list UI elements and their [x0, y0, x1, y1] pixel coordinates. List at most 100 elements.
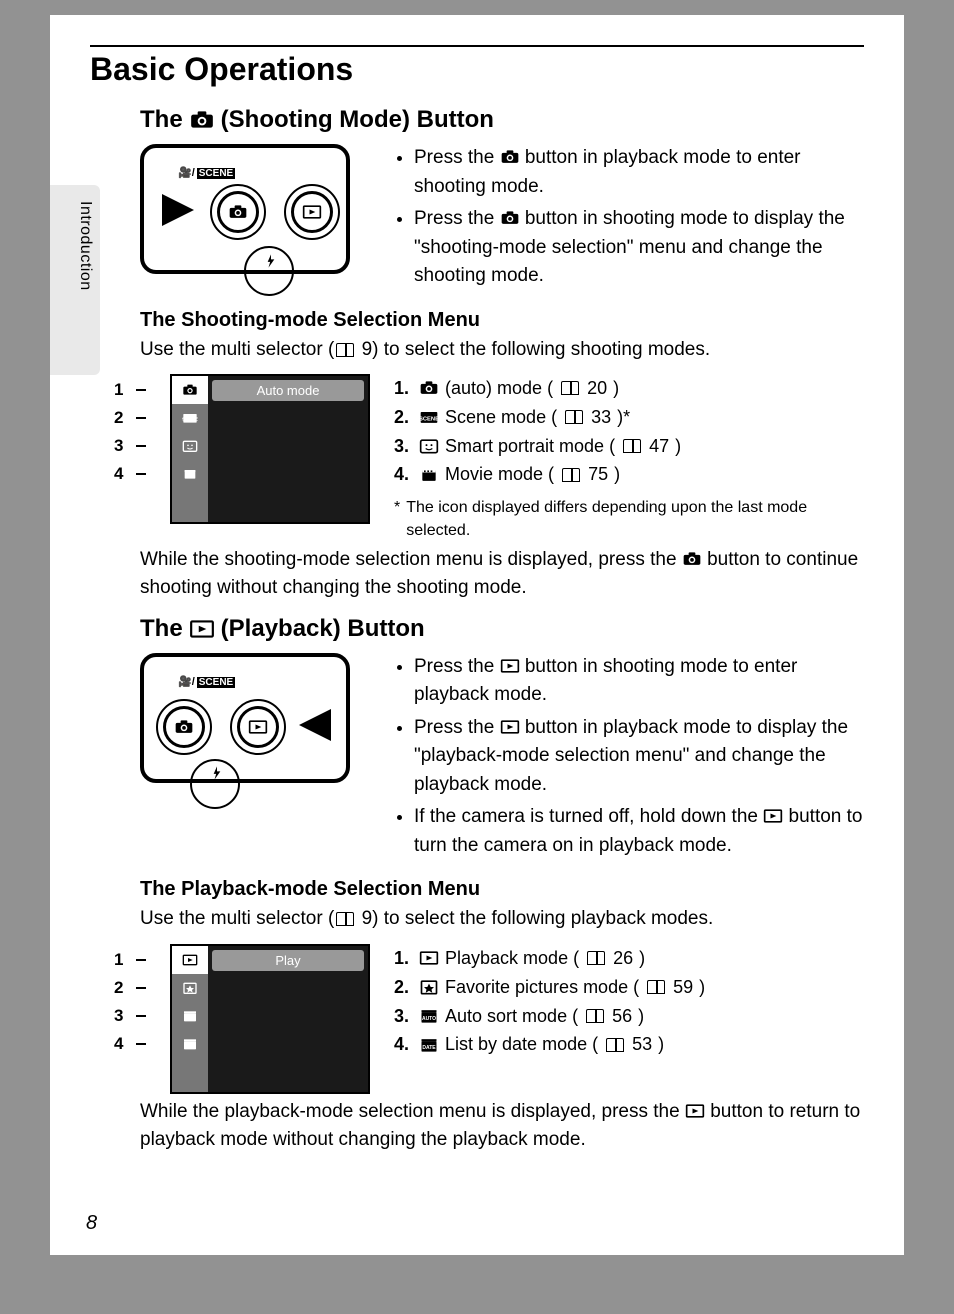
play-icon: [685, 1102, 705, 1120]
section-tab-label: Introduction: [76, 201, 94, 291]
shoot-menu-heading: The Shooting-mode Selection Menu: [140, 309, 864, 332]
bullet-item: Press the button in shooting mode to dis…: [414, 205, 864, 291]
h2-pre: The: [140, 106, 183, 134]
page-ref-icon: [647, 980, 665, 994]
smile-icon: [419, 437, 439, 455]
menu-header: Auto mode: [212, 380, 364, 401]
mode-item: 1. Playback mode ( 26): [394, 944, 864, 973]
arrow-left-icon: [299, 709, 331, 741]
bullet-item: If the camera is turned off, hold down t…: [414, 803, 864, 860]
camera-icon: [228, 203, 248, 221]
play-icon: [302, 203, 322, 221]
mode-dial-label: 🎥/SCENE: [178, 675, 235, 688]
shoot-menu-row: 1 2 3 4 Auto mode: [140, 374, 864, 542]
h2-pre: The: [140, 615, 183, 643]
shooting-bullets: Press the button in playback mode to ent…: [394, 144, 864, 295]
page-ref-icon: [562, 468, 580, 482]
menu-header: Play: [212, 950, 364, 971]
callout-num: 3: [114, 436, 123, 456]
page-ref-icon: [565, 410, 583, 424]
play-button-ring: [230, 699, 286, 755]
page-ref-icon: [561, 381, 579, 395]
page-ref-icon: [587, 951, 605, 965]
title-block: Basic Operations: [90, 45, 864, 88]
shoot-outro: While the shooting-mode selection menu i…: [140, 546, 864, 603]
mode-item: 4. Movie mode ( 75): [394, 460, 864, 489]
shoot-button-ring: [210, 184, 266, 240]
bullet-item: Press the button in playback mode to dis…: [414, 714, 864, 800]
playback-illustration: 🎥/SCENE: [140, 653, 370, 783]
manual-page: Introduction Basic Operations The (Shoot…: [50, 15, 904, 1255]
page-number: 8: [86, 1212, 97, 1235]
shooting-illustration: 🎥/SCENE: [140, 144, 370, 274]
play-icon: [500, 718, 520, 736]
mode-item: 3. Smart portrait mode ( 47): [394, 432, 864, 461]
menu-item-scene: [172, 404, 208, 432]
arrow-right-icon: [162, 194, 194, 226]
camera-icon: [189, 109, 215, 131]
movie-icon: [419, 466, 439, 484]
shoot-menu-screen: Auto mode: [170, 374, 370, 524]
camera-icon: [500, 209, 520, 227]
play-icon: [248, 718, 268, 736]
play-menu-row: 1 2 3 4 Play: [140, 944, 864, 1094]
scene-icon: [419, 408, 439, 426]
callout-num: 2: [114, 408, 123, 428]
page-ref-icon: [336, 343, 354, 357]
shooting-row: 🎥/SCENE: [140, 144, 864, 295]
callout-num: 1: [114, 950, 123, 970]
page-ref-icon: [586, 1009, 604, 1023]
h2-post: (Shooting Mode) Button: [221, 106, 494, 134]
shoot-button: [163, 706, 205, 748]
menu-item-favorite: [172, 974, 208, 1002]
shooting-mode-heading: The (Shooting Mode) Button: [140, 106, 864, 134]
play-outro: While the playback-mode selection menu i…: [140, 1098, 864, 1155]
camera-icon: [682, 550, 702, 568]
page-ref-icon: [606, 1038, 624, 1052]
mode-item: 2. Scene mode ( 33)*: [394, 403, 864, 432]
play-icon: [419, 949, 439, 967]
camera-icon: [174, 718, 194, 736]
mode-item: 4. List by date mode ( 53): [394, 1030, 864, 1059]
flash-icon: [207, 764, 227, 782]
menu-item-movie: [172, 460, 208, 488]
footnote: * The icon displayed differs depending u…: [394, 497, 864, 542]
play-button: [237, 706, 279, 748]
callout-num: 4: [114, 1034, 123, 1054]
playback-bullets: Press the button in shooting mode to ent…: [394, 653, 864, 865]
mode-item: 1. (auto) mode ( 20): [394, 374, 864, 403]
shoot-mode-list: 1. (auto) mode ( 20) 2. Scene mode ( 33)…: [394, 374, 864, 489]
menu-item-date: [172, 1030, 208, 1058]
play-icon: [500, 657, 520, 675]
play-mode-list: 1. Playback mode ( 26) 2. Favorite pictu…: [394, 944, 864, 1059]
camera-icon: [419, 379, 439, 397]
shoot-menu-intro: Use the multi selector ( 9) to select th…: [140, 336, 864, 365]
callout-num: 4: [114, 464, 123, 484]
mode-item: 3. Auto sort mode ( 56): [394, 1002, 864, 1031]
page-ref-icon: [336, 912, 354, 926]
page-ref-icon: [623, 439, 641, 453]
menu-item-auto: [172, 376, 208, 404]
callout-num: 2: [114, 978, 123, 998]
content: The (Shooting Mode) Button 🎥/SCENE: [140, 106, 864, 1155]
play-button-ring: [284, 184, 340, 240]
play-icon: [189, 618, 215, 640]
favorite-icon: [419, 978, 439, 996]
play-menu-heading: The Playback-mode Selection Menu: [140, 878, 864, 901]
flash-icon: [261, 252, 281, 270]
menu-item-autosort: [172, 1002, 208, 1030]
play-icon: [763, 807, 783, 825]
mode-item: 2. Favorite pictures mode ( 59): [394, 973, 864, 1002]
autosort-icon: [419, 1007, 439, 1025]
mode-dial-label: 🎥/SCENE: [178, 166, 235, 179]
section-tab: Introduction: [50, 185, 100, 375]
bullet-item: Press the button in playback mode to ent…: [414, 144, 864, 201]
bullet-item: Press the button in shooting mode to ent…: [414, 653, 864, 710]
menu-item-portrait: [172, 432, 208, 460]
shoot-button: [217, 191, 259, 233]
shoot-button-ring: [156, 699, 212, 755]
camera-icon: [500, 148, 520, 166]
play-menu-screen: Play: [170, 944, 370, 1094]
play-menu-intro: Use the multi selector ( 9) to select th…: [140, 905, 864, 934]
play-button: [291, 191, 333, 233]
